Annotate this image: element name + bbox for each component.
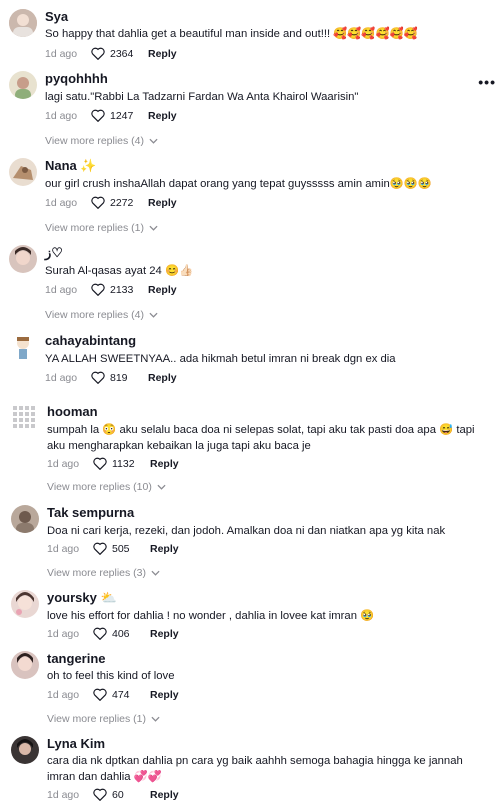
view-more-replies-label: View more replies (1) <box>47 713 147 725</box>
reply-button[interactable]: Reply <box>150 458 179 470</box>
view-more-replies[interactable]: View more replies (1) <box>45 222 158 234</box>
view-more-replies[interactable]: View more replies (1) <box>47 713 160 725</box>
chevron-down-icon <box>151 716 160 722</box>
comment-username[interactable]: yoursky ⛅ <box>47 590 117 606</box>
view-more-replies-label: View more replies (10) <box>47 481 152 493</box>
view-more-replies-label: View more replies (3) <box>47 567 147 579</box>
like-count: 474 <box>112 688 130 701</box>
like-count: 60 <box>112 788 124 801</box>
view-more-replies[interactable]: View more replies (4) <box>45 309 158 321</box>
comment-meta: 1d ago 1247 Reply <box>45 109 177 122</box>
heart-icon[interactable] <box>93 688 107 701</box>
comment-text: love his effort for dahlia ! no wonder ,… <box>47 610 375 622</box>
avatar[interactable] <box>11 651 39 679</box>
more-options-icon[interactable]: ••• <box>478 74 496 90</box>
heart-icon[interactable] <box>91 47 105 60</box>
comment-time: 1d ago <box>45 283 78 296</box>
avatar[interactable] <box>9 333 37 361</box>
comment-username[interactable]: pyqohhhh <box>45 71 108 86</box>
like-count: 505 <box>112 542 130 555</box>
view-more-replies-label: View more replies (4) <box>45 135 145 147</box>
avatar[interactable] <box>11 404 39 432</box>
chevron-down-icon <box>149 225 158 231</box>
reply-button[interactable]: Reply <box>150 543 179 555</box>
comment-meta: 1d ago 2364 Reply <box>45 47 177 60</box>
comment-text: cara dia nk dptkan dahlia pn cara yg bai… <box>47 755 463 783</box>
avatar[interactable] <box>9 245 37 273</box>
comment-time: 1d ago <box>45 196 78 209</box>
reply-button[interactable]: Reply <box>150 689 179 701</box>
comment-meta: 1d ago 474 Reply <box>47 688 179 701</box>
comment-time: 1d ago <box>47 542 80 555</box>
comment-username[interactable]: Lyna Kim <box>47 736 105 751</box>
comment-text: sumpah la 😳 aku selalu baca doa ni selep… <box>47 424 475 452</box>
comment-text: Doa ni cari kerja, rezeki, dan jodoh. Am… <box>47 525 446 537</box>
like-count: 1132 <box>112 457 135 470</box>
avatar[interactable] <box>11 736 39 764</box>
comment-time: 1d ago <box>47 688 80 701</box>
comment-username[interactable]: cahayabintang <box>45 333 136 348</box>
heart-icon[interactable] <box>93 788 107 801</box>
like-count: 406 <box>112 627 130 640</box>
heart-icon[interactable] <box>91 371 105 384</box>
comment-username[interactable]: hooman <box>47 404 98 419</box>
like-count: 2133 <box>110 283 134 296</box>
comment-time: 1d ago <box>47 627 80 640</box>
heart-icon[interactable] <box>91 109 105 122</box>
heart-icon[interactable] <box>91 283 105 296</box>
chevron-down-icon <box>157 484 166 490</box>
view-more-replies[interactable]: View more replies (10) <box>47 481 166 493</box>
comment-meta: 1d ago 2272 Reply <box>45 196 177 209</box>
like-count: 819 <box>110 371 128 384</box>
heart-icon[interactable] <box>91 196 105 209</box>
comment-meta: 1d ago 60 Reply <box>47 788 179 801</box>
chevron-down-icon <box>151 570 160 576</box>
comment-text: lagi satu."Rabbi La Tadzarni Fardan Wa A… <box>45 91 359 103</box>
reply-button[interactable]: Reply <box>150 628 179 640</box>
comment-text: Surah Al-qasas ayat 24 😊👍🏻 <box>45 265 194 277</box>
heart-icon[interactable] <box>93 542 107 555</box>
comment-time: 1d ago <box>45 371 78 384</box>
view-more-replies-label: View more replies (1) <box>45 222 145 234</box>
like-count: 1247 <box>110 109 134 122</box>
avatar[interactable] <box>9 71 37 99</box>
avatar[interactable] <box>11 505 39 533</box>
comment-meta: 1d ago 505 Reply <box>47 542 179 555</box>
like-count: 2364 <box>110 47 134 60</box>
comment-username[interactable]: ز♡ <box>45 245 63 261</box>
chevron-down-icon <box>149 138 158 144</box>
view-more-replies[interactable]: View more replies (3) <box>47 567 160 579</box>
view-more-replies[interactable]: View more replies (4) <box>45 135 158 147</box>
reply-button[interactable]: Reply <box>148 48 177 60</box>
comment-text: YA ALLAH SWEETNYAA.. ada hikmah betul im… <box>45 353 396 365</box>
comment-username[interactable]: Nana ✨ <box>45 158 97 174</box>
chevron-down-icon <box>149 312 158 318</box>
avatar[interactable] <box>9 158 37 186</box>
view-more-replies-label: View more replies (4) <box>45 309 145 321</box>
comment-meta: 1d ago 819 Reply <box>45 371 177 384</box>
comment-meta: 1d ago 2133 Reply <box>45 283 177 296</box>
reply-button[interactable]: Reply <box>148 197 177 209</box>
comment-time: 1d ago <box>45 47 78 60</box>
comment-meta: 1d ago 1132 Reply <box>47 457 179 470</box>
comment-time: 1d ago <box>45 109 78 122</box>
comment-time: 1d ago <box>47 457 80 470</box>
avatar[interactable] <box>9 9 37 37</box>
like-count: 2272 <box>110 196 134 209</box>
heart-icon[interactable] <box>93 627 107 640</box>
reply-button[interactable]: Reply <box>148 372 177 384</box>
comment-text: our girl crush inshaAllah dapat orang ya… <box>45 178 432 190</box>
comment-text: So happy that dahlia get a beautiful man… <box>45 28 418 40</box>
comment-username[interactable]: Tak sempurna <box>47 505 134 520</box>
comment-text: oh to feel this kind of love <box>47 670 175 682</box>
comment-username[interactable]: Sya <box>45 9 68 24</box>
reply-button[interactable]: Reply <box>150 789 179 801</box>
avatar[interactable] <box>11 590 39 618</box>
heart-icon[interactable] <box>93 457 107 470</box>
comment-username[interactable]: tangerine <box>47 651 106 666</box>
reply-button[interactable]: Reply <box>148 110 177 122</box>
comment-meta: 1d ago 406 Reply <box>47 627 179 640</box>
reply-button[interactable]: Reply <box>148 284 177 296</box>
comment-time: 1d ago <box>47 788 80 801</box>
